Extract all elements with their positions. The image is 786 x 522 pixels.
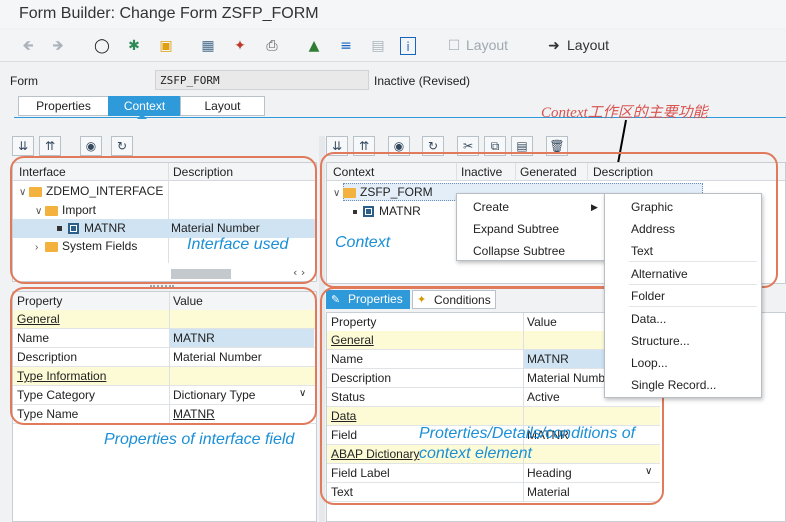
layout-inactive-icon: ☐ (447, 38, 461, 54)
layout-inactive-button[interactable]: Layout (466, 37, 508, 53)
info-icon[interactable]: i (400, 37, 416, 55)
layout-arrow-icon: ➜ (548, 38, 560, 54)
submenu-item-data[interactable]: Data... (605, 308, 761, 330)
wand-icon[interactable]: ✦ (230, 37, 250, 55)
form-status: Inactive (Revised) (374, 74, 471, 88)
toolbar: 🡸 🡺 ◯ ✱ ▣ ▦ ✦ ⎙ ▲ ≡ ▤ i ☐ Layout ➜ Layou… (0, 30, 786, 62)
form-label: Form (10, 74, 38, 88)
submenu-item-alternative[interactable]: Alternative (605, 263, 761, 285)
submenu-item-single-record[interactable]: Single Record... (605, 374, 761, 396)
tab-caret (137, 114, 147, 119)
tab-properties[interactable]: Properties (18, 96, 109, 116)
submenu-item-structure[interactable]: Structure... (605, 330, 761, 352)
arrow-right-icon[interactable]: 🡺 (48, 37, 68, 55)
submenu-item-text[interactable]: Text (605, 240, 761, 262)
create-submenu: Graphic Address Text Alternative Folder … (604, 193, 762, 398)
menu-separator (629, 306, 757, 307)
annotation-context: Context (335, 234, 391, 251)
annotation-interface-used: Interface used (187, 236, 289, 253)
tab-context[interactable]: Context (108, 96, 181, 116)
submenu-item-loop[interactable]: Loop... (605, 352, 761, 374)
menu-item-collapse-subtree[interactable]: Collapse Subtree (457, 240, 605, 262)
menu-separator (629, 261, 757, 262)
interface-toolbar: ⇊ ⇈ ◉ ↻ (12, 136, 317, 158)
submenu-item-graphic[interactable]: Graphic (605, 196, 761, 218)
annotation-left-props-box (10, 287, 317, 425)
binoculars-icon[interactable]: ◉ (80, 136, 102, 156)
window-title: Form Builder: Change Form ZSFP_FORM (0, 0, 786, 28)
tree-icon[interactable]: ▲ (304, 37, 324, 55)
menu-item-create[interactable]: Create ▶ (457, 196, 605, 218)
align-icon[interactable]: ≡ (336, 37, 356, 55)
submenu-item-address[interactable]: Address (605, 218, 761, 240)
menu-item-expand-subtree[interactable]: Expand Subtree (457, 218, 605, 240)
glasses-icon[interactable]: ◯ (92, 37, 112, 55)
print-icon[interactable]: ⎙ (262, 37, 282, 55)
submenu-arrow-icon: ▶ (591, 202, 598, 212)
hierarchy-icon[interactable]: ▦ (198, 37, 218, 55)
arrow-left-icon[interactable]: 🡸 (18, 37, 38, 55)
annotation-interface-box (10, 156, 317, 284)
form-name-field[interactable]: ZSFP_FORM (155, 70, 369, 90)
layout-button[interactable]: Layout (567, 37, 609, 53)
tab-layout[interactable]: Layout (180, 96, 265, 116)
collapse-all-icon[interactable]: ⇈ (39, 136, 61, 156)
activate-icon[interactable]: ✱ (124, 37, 144, 55)
form-icon[interactable]: ▤ (368, 37, 388, 55)
check-icon[interactable]: ▣ (156, 37, 176, 55)
context-menu: Create ▶ Expand Subtree Collapse Subtree (456, 193, 606, 261)
annotation-props-interface-field: Properties of interface field (104, 431, 295, 448)
annotation-props-context-element: Proterties/Details/conditions of context… (419, 425, 636, 462)
submenu-item-folder[interactable]: Folder (605, 285, 761, 307)
refresh-icon[interactable]: ↻ (111, 136, 133, 156)
expand-all-icon[interactable]: ⇊ (12, 136, 34, 156)
